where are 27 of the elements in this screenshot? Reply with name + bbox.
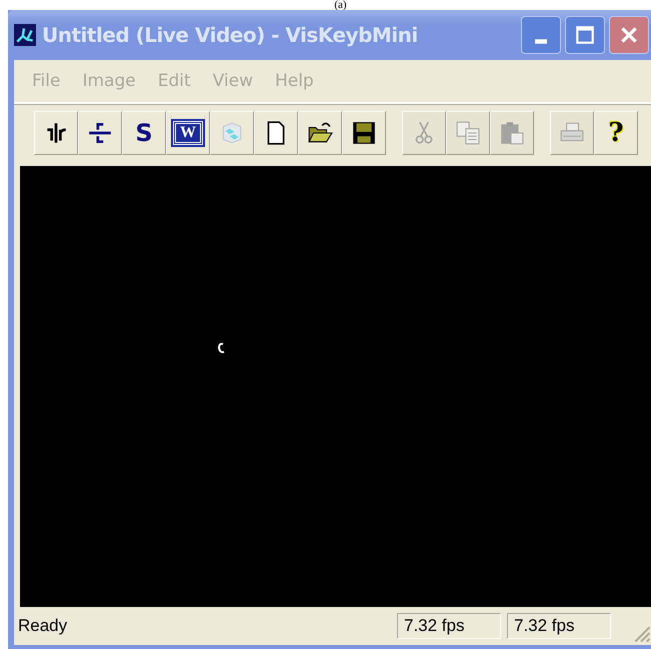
toolbar-button[interactable] — [34, 111, 78, 155]
minimize-icon — [535, 38, 547, 44]
letter-icon: S — [135, 119, 153, 147]
toolbar-button[interactable] — [342, 111, 386, 155]
close-button[interactable] — [609, 16, 649, 54]
toolbar-button[interactable]: ? — [594, 111, 638, 155]
horizontal-split-icon — [87, 120, 113, 146]
toolbar-button[interactable] — [298, 111, 342, 155]
status-pane: 7.32 fps — [397, 613, 501, 639]
cursor-icon — [216, 342, 226, 354]
toolbar-button[interactable] — [78, 111, 122, 155]
figure-caption: (a) — [333, 0, 348, 10]
help-icon: ? — [608, 118, 624, 148]
toolbar-button[interactable]: W — [166, 111, 210, 155]
status-pane: 7.32 fps — [507, 613, 611, 639]
toolbar-button[interactable] — [254, 111, 298, 155]
toolbar-button[interactable]: S — [122, 111, 166, 155]
window-title: Untitled (Live Video) - VisKeybMini — [42, 23, 418, 47]
maximize-icon — [574, 24, 596, 46]
save-icon — [351, 120, 377, 146]
copy-icon — [455, 120, 481, 146]
app-icon — [14, 24, 36, 46]
status-message: Ready — [18, 616, 68, 636]
maximize-button[interactable] — [565, 16, 605, 54]
clipboard-icon — [499, 120, 525, 146]
minimize-button[interactable] — [521, 16, 561, 54]
document-letter-icon: W — [173, 121, 203, 145]
